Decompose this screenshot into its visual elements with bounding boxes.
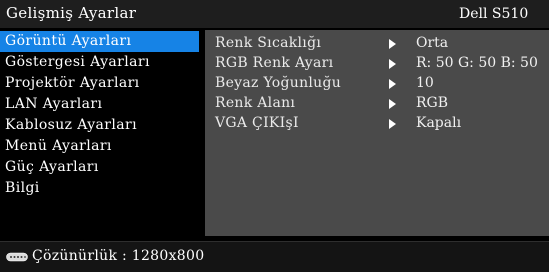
menu-item-label: Bilgi [5, 180, 40, 196]
menu-title: Gelişmiş Ayarlar [6, 4, 137, 22]
menu-item-info[interactable]: Bilgi [0, 178, 202, 199]
arrow-right-icon [389, 119, 396, 129]
brand-label: Dell S510 [459, 6, 529, 22]
setting-label: Renk Sıcaklığı [215, 35, 322, 51]
arrow-right-icon [389, 39, 396, 49]
menu-item-label: Göstergesi Ayarları [5, 54, 150, 70]
menu-item-label: Projektör Ayarları [5, 75, 140, 91]
setting-label: RGB Renk Ayarı [215, 55, 334, 71]
menu-item-wireless-settings[interactable]: Kablosuz Ayarları [0, 115, 202, 136]
menu-item-display-settings[interactable]: Görüntü Ayarları [0, 31, 199, 52]
setting-value: R: 50 G: 50 B: 50 [416, 55, 538, 71]
setting-label: VGA ÇIKIşI [215, 115, 299, 131]
menu-item-indicator-settings[interactable]: Göstergesi Ayarları [0, 52, 202, 73]
menu-item-label: Görüntü Ayarları [5, 33, 132, 49]
main-menu: Görüntü Ayarları Göstergesi Ayarları Pro… [0, 31, 202, 199]
setting-value: 10 [416, 75, 434, 91]
setting-value: Orta [416, 35, 449, 51]
menu-item-label: Güç Ayarları [5, 159, 99, 175]
setting-row-color-temperature[interactable]: Renk Sıcaklığı Orta [205, 33, 549, 53]
menu-item-power-settings[interactable]: Güç Ayarları [0, 157, 202, 178]
settings-panel: Renk Sıcaklığı Orta RGB Renk Ayarı R: 50… [205, 30, 549, 236]
arrow-right-icon [389, 99, 396, 109]
setting-value: RGB [416, 95, 449, 111]
resolution-status: Çözünürlük : 1280x800 [32, 248, 205, 264]
menu-item-menu-settings[interactable]: Menü Ayarları [0, 136, 202, 157]
menu-item-label: Kablosuz Ayarları [5, 117, 137, 133]
menu-item-projector-settings[interactable]: Projektör Ayarları [0, 73, 202, 94]
setting-row-white-intensity[interactable]: Beyaz Yoğunluğu 10 [205, 73, 549, 93]
setting-row-rgb-color[interactable]: RGB Renk Ayarı R: 50 G: 50 B: 50 [205, 53, 549, 73]
status-bar: Çözünürlük : 1280x800 [0, 241, 549, 272]
menu-item-label: Menü Ayarları [5, 138, 112, 154]
menu-item-lan-settings[interactable]: LAN Ayarları [0, 94, 202, 115]
setting-label: Beyaz Yoğunluğu [215, 75, 342, 91]
setting-value: Kapalı [416, 115, 462, 131]
arrow-right-icon [389, 59, 396, 69]
menu-item-label: LAN Ayarları [5, 96, 103, 112]
title-bar: Gelişmiş Ayarlar Dell S510 [0, 0, 549, 28]
projector-osd: Gelişmiş Ayarlar Dell S510 Görüntü Ayarl… [0, 0, 549, 272]
setting-label: Renk Alanı [215, 95, 296, 111]
connector-icon [6, 252, 28, 262]
arrow-right-icon [389, 79, 396, 89]
setting-row-color-space[interactable]: Renk Alanı RGB [205, 93, 549, 113]
setting-row-vga-output[interactable]: VGA ÇIKIşI Kapalı [205, 113, 549, 133]
